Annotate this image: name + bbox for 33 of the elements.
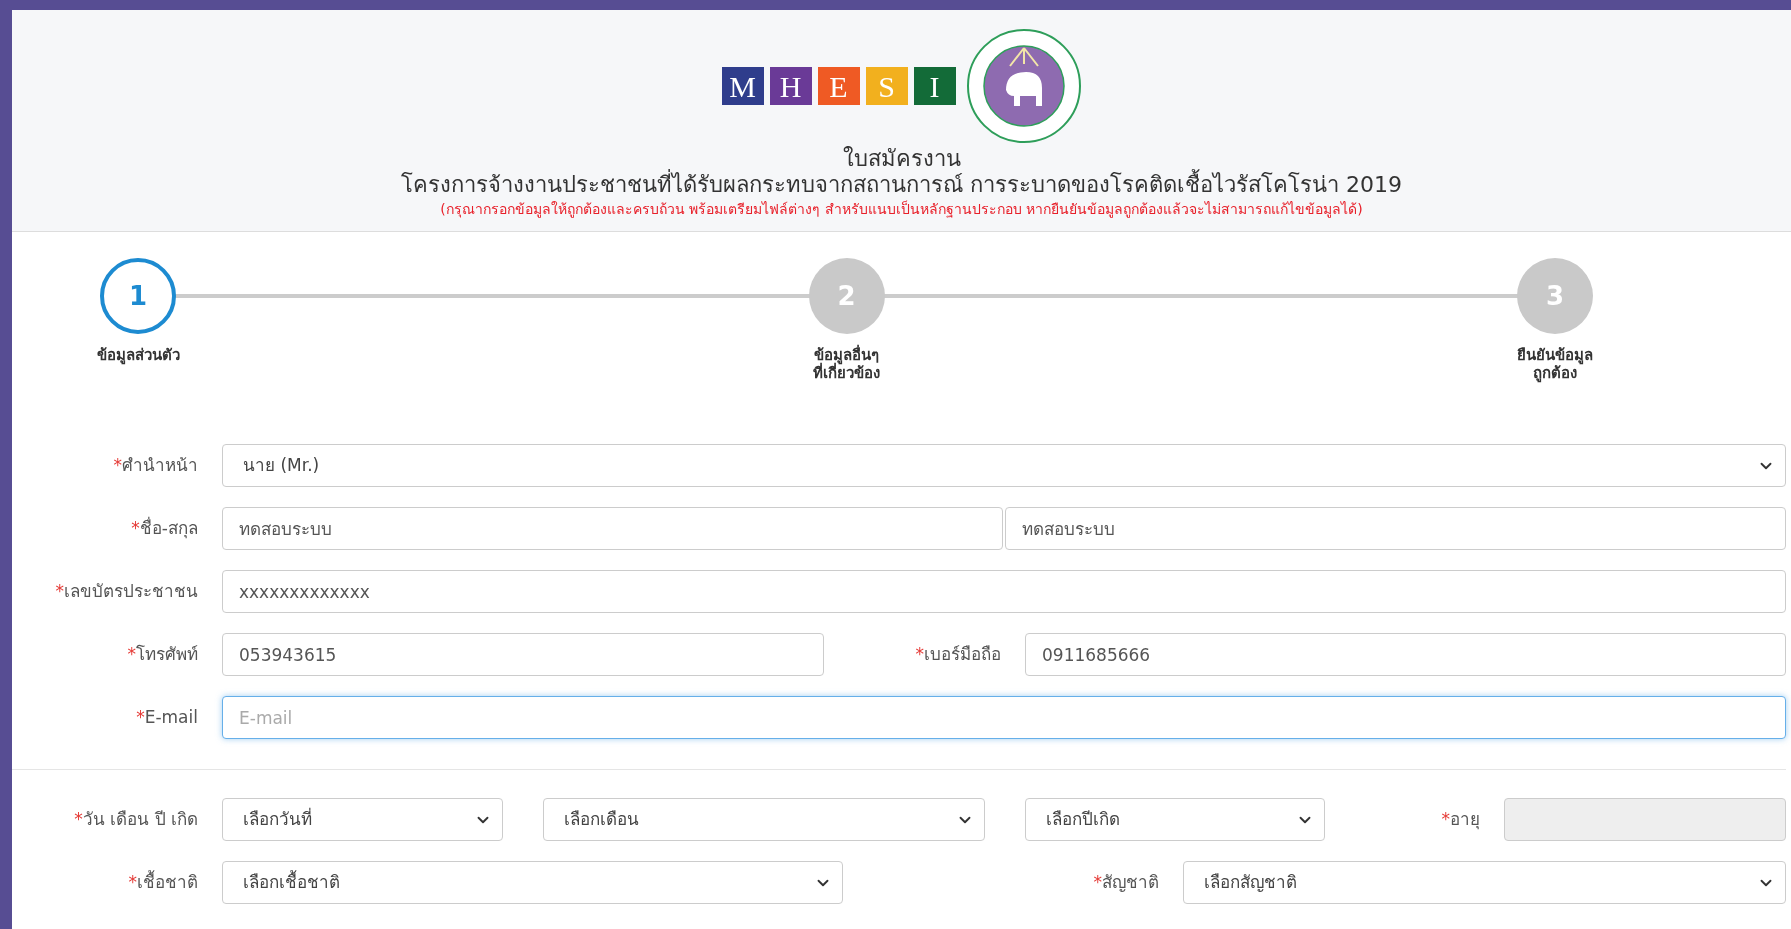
- input-field[interactable]: 053943615: [222, 633, 824, 676]
- field-label: *สัญชาติ: [1093, 870, 1159, 894]
- input-field[interactable]: ทดสอบระบบ: [1005, 507, 1786, 550]
- field-label: *โทรศัพท์: [127, 642, 198, 666]
- field-label: *เลขบัตรประชาชน: [55, 579, 198, 603]
- input-field[interactable]: ทดสอบระบบ: [222, 507, 1003, 550]
- dropdown-select[interactable]: เลือกสัญชาติ: [1183, 861, 1786, 904]
- step-label: ยืนยันข้อมูล ถูกต้อง: [1516, 346, 1594, 382]
- dropdown-select[interactable]: เลือกปีเกิด: [1025, 798, 1325, 841]
- logo-letter: E: [817, 67, 860, 105]
- input-field[interactable]: xxxxxxxxxxxxx: [222, 570, 1786, 613]
- logo-letter: I: [913, 67, 956, 105]
- logo-letter: H: [769, 67, 812, 105]
- field-label: *เบอร์มือถือ: [915, 642, 1001, 666]
- logo-letter: S: [865, 67, 908, 105]
- form-title: ใบสมัครงาน: [842, 146, 961, 171]
- step-label: ข้อมูลส่วนตัว: [95, 346, 181, 364]
- dropdown-select[interactable]: เลือกวันที่: [222, 798, 503, 841]
- field-label: *อายุ: [1441, 807, 1480, 832]
- field-label: *ชื่อ-สกุล: [131, 515, 198, 541]
- notice-text: (กรุณากรอกข้อมูลให้ถูกต้องและครบถ้วน พร้อมเตรียมไฟล์ต่างๆ สำหรับแนบเป็นหลักฐานประกอบ หากยืนยันข้อมูลถูกต้องแล้วจะไม่สามารถแก้ไขข้อมูลได้): [440, 199, 1363, 220]
- dropdown-select[interactable]: เลือกเชื้อชาติ: [222, 861, 843, 904]
- input-field[interactable]: 0911685666: [1025, 633, 1786, 676]
- age-field[interactable]: [1504, 798, 1786, 841]
- field-label: *E-mail: [136, 705, 198, 729]
- step-label: ข้อมูลอื่นๆ ที่เกี่ยวข้อง: [812, 346, 881, 382]
- field-label: *เชื้อชาติ: [128, 869, 198, 894]
- logo-letter: M: [721, 67, 764, 105]
- dropdown-select[interactable]: เลือกเดือน: [543, 798, 985, 841]
- field-label: *วัน เดือน ปี เกิด: [74, 807, 198, 831]
- field-label: *ศำนำหน้า: [113, 453, 198, 477]
- email-field[interactable]: E-mail: [222, 696, 1786, 739]
- dropdown-select[interactable]: นาย (Mr.): [222, 444, 1786, 487]
